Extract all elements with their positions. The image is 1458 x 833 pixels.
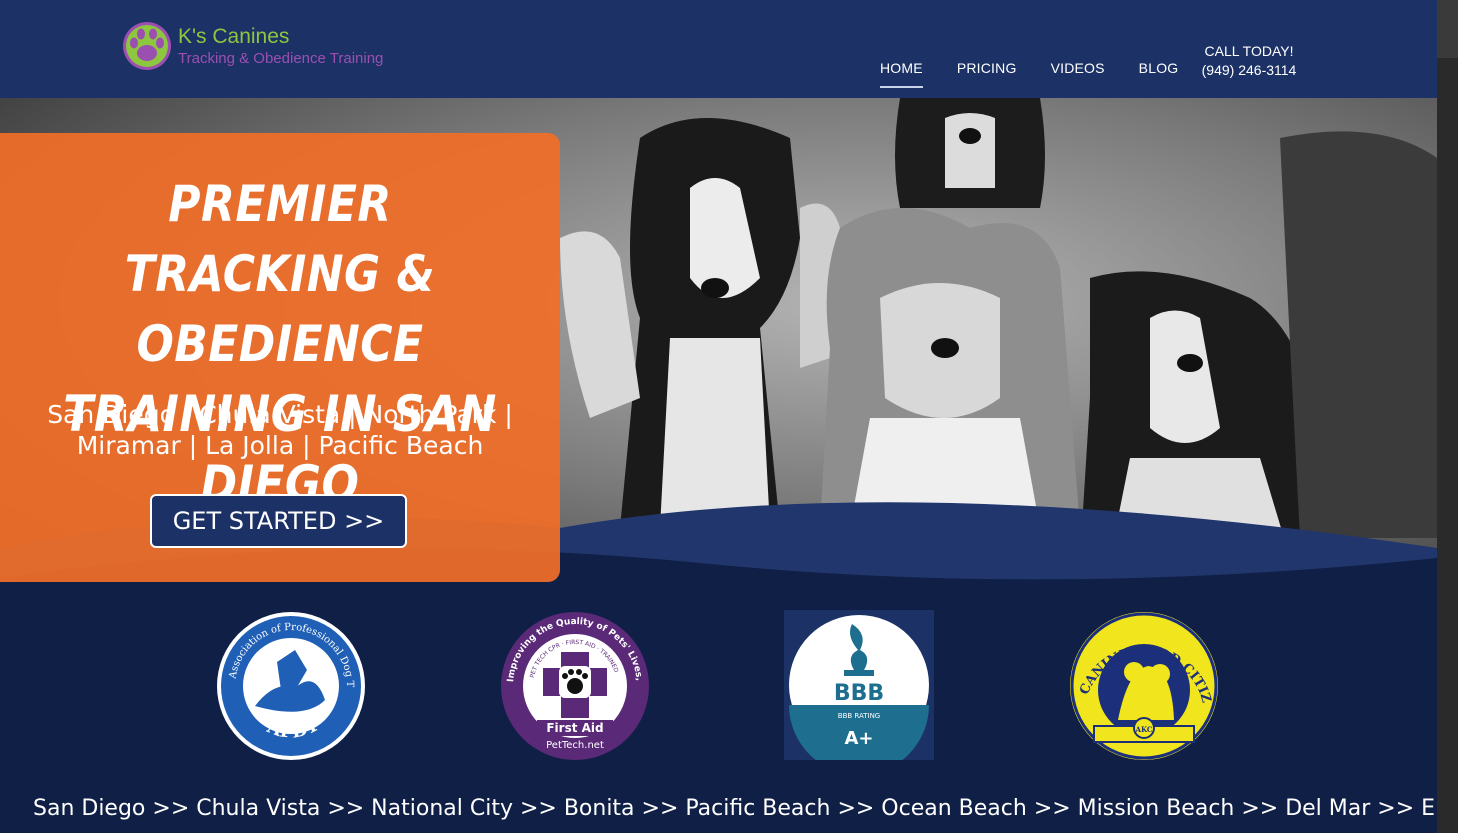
nav-home[interactable]: HOME (880, 60, 923, 88)
nav-blog[interactable]: BLOG (1139, 60, 1179, 88)
certification-badges: Association of Professional Dog Trainers… (0, 608, 1437, 788)
nav-videos[interactable]: VIDEOS (1051, 60, 1105, 88)
call-today-link[interactable]: CALL TODAY! (949) 246-3114 (1196, 42, 1302, 80)
hero-cities-line-2: Miramar | La Jolla | Pacific Beach (76, 431, 484, 460)
window-scrollbar[interactable] (1437, 0, 1458, 833)
bbb-logo-text: BBB (834, 681, 884, 706)
bbb-rating-label: BBB RATING (838, 712, 880, 720)
hero-title: Premier Tracking & Obedience Training in… (63, 175, 497, 513)
pettech-badge[interactable]: Improving the Quality of Pets' Lives, On… (499, 610, 651, 762)
get-started-button[interactable]: GET STARTED >> (150, 494, 407, 548)
bbb-rating: A+ (844, 728, 873, 749)
hero-cities-line-1: San Diego | Chula Vista | North Park | (47, 400, 513, 429)
scrollbar-thumb[interactable] (1437, 0, 1458, 58)
phone-number: (949) 246-3114 (1201, 62, 1297, 78)
main-nav: HOME PRICING VIDEOS BLOG (880, 60, 1212, 88)
call-label: CALL TODAY! (1204, 43, 1294, 59)
canine-good-citizen-badge[interactable]: AKC CANINE GOOD CITIZEN (1068, 610, 1220, 762)
site-logo[interactable]: K's Canines Tracking & Obedience Trainin… (120, 20, 383, 72)
pettech-label: First Aid (546, 721, 603, 735)
nav-pricing[interactable]: PRICING (957, 60, 1017, 88)
service-areas-ticker: San Diego >> Chula Vista >> National Cit… (33, 796, 1437, 821)
pettech-site: PetTech.net (546, 740, 604, 751)
hero-cities: San Diego | Chula Vista | North Park | M… (20, 399, 540, 461)
hero-promo-card: Premier Tracking & Obedience Training in… (0, 133, 560, 582)
site-header: K's Canines Tracking & Obedience Trainin… (0, 0, 1437, 98)
bbb-badge[interactable]: BBB BBB RATING A+ (784, 610, 934, 760)
page: K's Canines Tracking & Obedience Trainin… (0, 0, 1437, 833)
cgc-seal-text: AKC (1135, 725, 1153, 734)
logo-name: K's Canines (178, 25, 290, 48)
paw-logo-icon (120, 20, 174, 72)
apdt-badge[interactable]: Association of Professional Dog Trainers… (215, 610, 367, 762)
logo-tagline: Tracking & Obedience Training (178, 50, 384, 67)
